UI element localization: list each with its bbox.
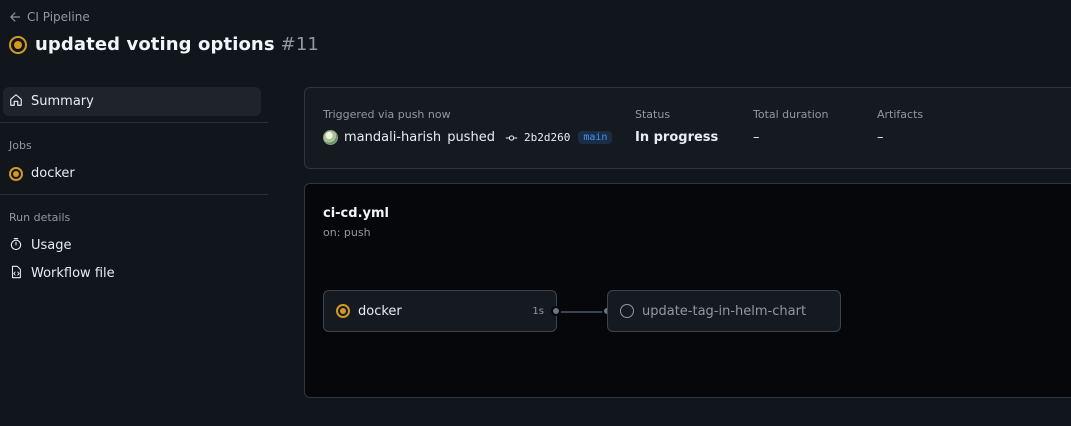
stopwatch-icon bbox=[9, 237, 23, 255]
pending-status-icon bbox=[620, 304, 634, 318]
in-progress-status-icon bbox=[9, 166, 23, 181]
push-action: pushed bbox=[447, 130, 495, 145]
trigger-details: mandali-harish pushed 2b2d260 main bbox=[323, 130, 613, 145]
back-link-label: CI Pipeline bbox=[27, 10, 90, 24]
sidebar-item-summary[interactable]: Summary bbox=[3, 87, 261, 116]
duration-label: Total duration bbox=[753, 108, 829, 121]
jobs-heading: Jobs bbox=[9, 139, 32, 152]
actor-link[interactable]: mandali-harish bbox=[344, 130, 441, 145]
run-title: updated voting options #11 bbox=[9, 34, 319, 55]
sidebar-divider bbox=[0, 194, 268, 195]
run-details-heading: Run details bbox=[9, 211, 71, 224]
sidebar-item-label: Workflow file bbox=[31, 266, 115, 281]
status-label: Status bbox=[635, 108, 671, 121]
artifacts-value: – bbox=[877, 130, 884, 145]
arrow-left-icon bbox=[9, 11, 21, 23]
run-title-label: updated voting options bbox=[35, 34, 275, 55]
git-commit-icon bbox=[505, 133, 518, 143]
home-icon bbox=[9, 93, 23, 111]
branch-badge[interactable]: main bbox=[578, 131, 613, 144]
file-code-icon bbox=[9, 265, 23, 283]
artifacts-label: Artifacts bbox=[877, 108, 924, 121]
sidebar-item-usage[interactable]: Usage bbox=[3, 231, 261, 260]
job-name: update-tag-in-helm-chart bbox=[642, 303, 807, 319]
sidebar-item-label: Summary bbox=[31, 94, 94, 109]
job-name: docker bbox=[358, 303, 402, 319]
workflow-trigger: on: push bbox=[323, 226, 371, 239]
job-node-update-tag-in-helm-chart[interactable]: update-tag-in-helm-chart bbox=[607, 290, 841, 332]
in-progress-status-icon bbox=[9, 35, 27, 54]
job-connector bbox=[557, 311, 607, 313]
sidebar-item-label: Usage bbox=[31, 238, 72, 253]
sidebar-item-docker-job[interactable]: docker bbox=[3, 159, 261, 188]
run-number: #11 bbox=[280, 34, 319, 55]
commit-sha-link[interactable]: 2b2d260 bbox=[524, 131, 570, 144]
in-progress-status-icon bbox=[336, 304, 350, 318]
sidebar-divider bbox=[0, 122, 268, 123]
run-summary-card: Triggered via push now mandali-harish pu… bbox=[304, 87, 1071, 169]
back-to-workflow-link[interactable]: CI Pipeline bbox=[9, 10, 90, 24]
job-duration: 1s bbox=[532, 305, 544, 317]
sidebar-item-label: docker bbox=[31, 166, 75, 181]
sidebar-item-workflow-file[interactable]: Workflow file bbox=[3, 259, 261, 288]
run-title-text: updated voting options #11 bbox=[35, 34, 319, 55]
status-value: In progress bbox=[635, 130, 719, 145]
workflow-graph-card: ci-cd.yml on: push docker 1s update-tag-… bbox=[304, 183, 1071, 398]
job-node-docker[interactable]: docker 1s bbox=[323, 290, 557, 332]
workflow-file-name: ci-cd.yml bbox=[323, 206, 389, 221]
trigger-label: Triggered via push now bbox=[323, 108, 451, 121]
avatar[interactable] bbox=[323, 130, 338, 145]
job-output-port bbox=[551, 306, 561, 316]
duration-value: – bbox=[753, 130, 760, 145]
